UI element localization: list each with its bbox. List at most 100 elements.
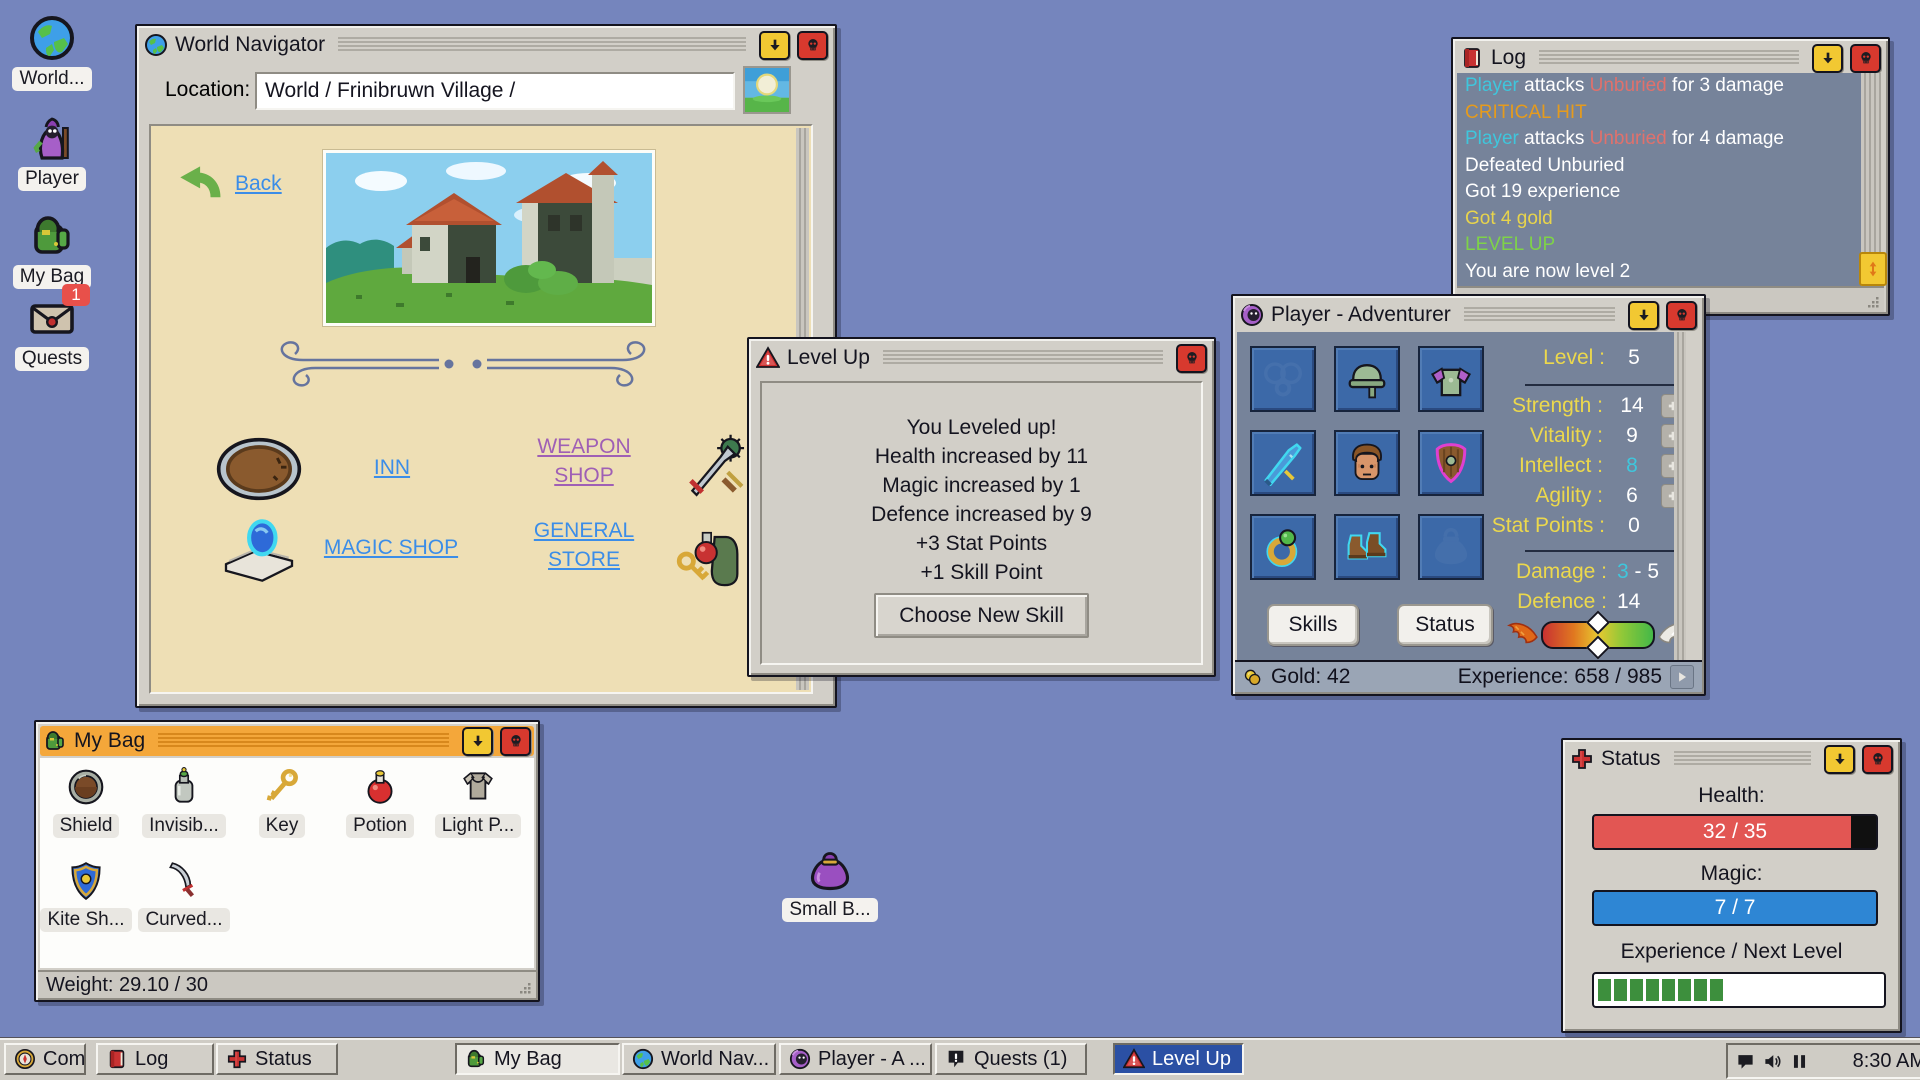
pause-icon[interactable] (1790, 1052, 1809, 1071)
damage-min: 3 (1617, 560, 1629, 583)
location-input[interactable] (255, 72, 735, 110)
taskbar-button-worldnav[interactable]: World Nav... (622, 1043, 776, 1075)
log-text: for 4 damage (1667, 128, 1784, 149)
choose-new-skill-button[interactable]: Choose New Skill (874, 593, 1089, 638)
minimize-button[interactable] (759, 31, 790, 60)
taskbar-button-levelup[interactable]: Level Up (1113, 1043, 1244, 1075)
magic-label: Magic: (1567, 862, 1896, 886)
equip-slot-boots[interactable] (1334, 514, 1400, 580)
close-button[interactable] (500, 727, 531, 756)
equip-slot-ring[interactable] (1250, 514, 1316, 580)
experience-block (1598, 979, 1611, 1001)
bag-item-potion[interactable]: Potion (334, 766, 426, 838)
speaker-icon[interactable] (1763, 1052, 1782, 1071)
log-line: LEVEL UP (1465, 232, 1866, 259)
resize-grip[interactable] (517, 980, 533, 996)
desktop-icon-world[interactable]: World... (6, 14, 98, 91)
bag-item-grid: ShieldInvisib... Key PotionLight P... Kite … (40, 758, 534, 968)
bag-item-label: Key (259, 814, 306, 838)
log-text: attacks (1519, 75, 1590, 96)
player-content: Level : 5 Strength :14Vitality :9Intelle… (1237, 332, 1686, 660)
titlebar-stripes (1464, 307, 1615, 323)
desktop-icon-player[interactable]: Player (6, 114, 98, 191)
equip-slot-character[interactable] (1334, 430, 1400, 496)
taskbar-button-mybag[interactable]: My Bag (455, 1043, 620, 1075)
log-line: Defeated Unburied (1465, 153, 1866, 180)
desktop-icon-label: Player (18, 167, 86, 191)
window-title: Player - Adventurer (1271, 303, 1451, 327)
resize-grip[interactable] (1865, 294, 1881, 310)
general-store-link[interactable]: GENERAL STORE (513, 516, 655, 574)
scrollbar-track[interactable] (1674, 332, 1686, 660)
taskbar-button-label: Player - A ... (818, 1048, 926, 1071)
log-line: Player attacks Unburied for 4 damage (1465, 126, 1866, 153)
log-titlebar[interactable]: Log (1457, 43, 1884, 73)
window-title: World Navigator (175, 33, 325, 57)
scroll-right-button[interactable] (1670, 665, 1694, 689)
minimize-button[interactable] (1824, 745, 1855, 774)
level-up-titlebar[interactable]: Level Up (753, 343, 1210, 373)
daytime-image (743, 66, 791, 114)
desktop-icon-quests[interactable]: 1Quests (6, 294, 98, 371)
minimize-button[interactable] (462, 727, 493, 756)
taskbar-button-status[interactable]: Status (216, 1043, 338, 1075)
experience-block (1646, 979, 1659, 1001)
status-button[interactable]: Status (1397, 604, 1493, 646)
equip-slot-helmet[interactable] (1334, 346, 1400, 412)
magic-shop-link[interactable]: MAGIC SHOP (301, 536, 481, 560)
level-label: Level : (1437, 346, 1605, 370)
ring-icon (1260, 524, 1306, 570)
log-text: attacks (1519, 128, 1590, 149)
log-scrollbar[interactable] (1858, 73, 1884, 286)
alignment-bar (1505, 616, 1686, 654)
taskbar-button-com[interactable]: Com (4, 1043, 86, 1075)
equip-slot-necklace[interactable] (1250, 346, 1316, 412)
back-link[interactable]: Back (235, 172, 282, 196)
bag-item-shield[interactable]: Shield (40, 766, 132, 838)
close-button[interactable] (1176, 344, 1207, 373)
skull-close-icon (508, 733, 524, 749)
taskbar-button-log[interactable]: Log (96, 1043, 214, 1075)
globe-icon (28, 14, 76, 62)
log-line: Player attacks Unburied for 3 damage (1465, 73, 1866, 100)
skills-button[interactable]: Skills (1267, 604, 1359, 646)
log-text: CRITICAL HIT (1465, 102, 1587, 123)
bag-item-lightp[interactable]: Light P... (432, 766, 524, 838)
alignment-marker (1586, 610, 1610, 634)
close-button[interactable] (797, 31, 828, 60)
close-button[interactable] (1850, 44, 1881, 73)
my-bag-titlebar[interactable]: My Bag (40, 726, 534, 756)
log-text: Player (1465, 128, 1519, 149)
minimize-button[interactable] (1628, 301, 1659, 330)
back-arrow-icon[interactable] (177, 162, 221, 206)
world-navigator-titlebar[interactable]: World Navigator (141, 30, 831, 60)
log-text: Got 19 experience (1465, 181, 1620, 202)
equip-slot-weapon[interactable] (1250, 430, 1316, 496)
minimize-arrow-icon (1636, 307, 1652, 323)
level-up-message: Magic increased by 1 (762, 471, 1201, 500)
titlebar-stripes (338, 37, 746, 53)
close-button[interactable] (1666, 301, 1697, 330)
log-line: You are now level 2 (1465, 259, 1866, 286)
close-button[interactable] (1862, 745, 1893, 774)
window-title: Log (1491, 46, 1526, 70)
bag-item-key[interactable]: Key (236, 766, 328, 838)
weapon-shop-link[interactable]: WEAPON SHOP (513, 432, 655, 490)
scroll-updown-button[interactable] (1859, 252, 1887, 286)
desktop-icon-my-bag[interactable]: My Bag (6, 212, 98, 289)
player-titlebar[interactable]: Player - Adventurer (1237, 300, 1700, 330)
speech-icon[interactable] (1736, 1052, 1755, 1071)
bag-item-curved[interactable]: Curved... (138, 860, 230, 932)
bag-item-invisib[interactable]: Invisib... (138, 766, 230, 838)
skull-close-icon (805, 37, 821, 53)
window-status: Status Health: 32 / 35 Magic: 7 / 7 Expe… (1561, 738, 1902, 1033)
status-titlebar[interactable]: Status (1567, 744, 1896, 774)
log-line: Got 19 experience (1465, 179, 1866, 206)
desktop-item-small-bag[interactable]: Small B... (772, 850, 888, 922)
notification-badge: 1 (62, 284, 90, 306)
taskbar-button-playera[interactable]: Player - A ... (779, 1043, 932, 1075)
taskbar-button-quests1[interactable]: Quests (1) (935, 1043, 1087, 1075)
inn-link[interactable]: INN (347, 456, 437, 480)
minimize-button[interactable] (1812, 44, 1843, 73)
bag-item-kitesh[interactable]: Kite Sh... (40, 860, 132, 932)
